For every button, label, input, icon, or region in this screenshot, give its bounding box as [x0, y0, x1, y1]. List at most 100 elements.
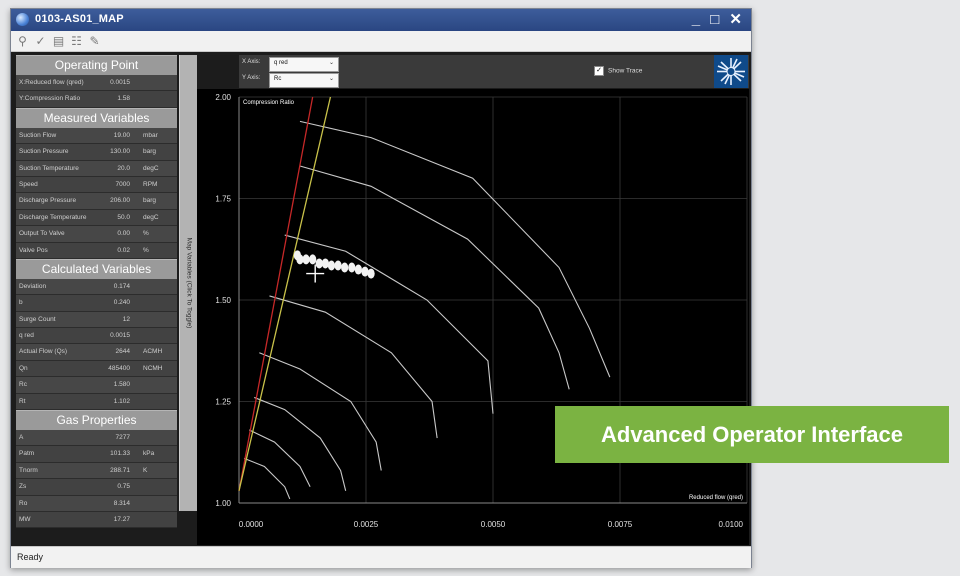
trace-point [309, 254, 317, 265]
x-axis-select[interactable]: q red ⌄ [269, 57, 339, 72]
variable-label: A [19, 434, 24, 442]
variable-label: X:Reduced flow (qred) [19, 79, 84, 86]
variable-value: 485400 [108, 364, 130, 372]
variable-unit: % [143, 230, 149, 238]
x-tick-label: 0.0025 [354, 520, 379, 529]
variable-value: 20.0 [117, 164, 130, 172]
variable-unit: mbar [143, 131, 158, 139]
x-tick-label: 0.0000 [239, 520, 264, 529]
variable-row: Discharge Pressure 206.00 barg [16, 193, 177, 210]
variable-unit: barg [143, 148, 157, 156]
x-tick-label: 0.0050 [481, 520, 506, 529]
variable-value: 2644 [115, 348, 130, 356]
variable-label: Discharge Temperature [19, 213, 87, 221]
status-bar: Ready [11, 546, 751, 568]
y-tick-label: 1.50 [215, 296, 231, 305]
variable-label: Qn [19, 364, 28, 372]
checkbox-icon: ✓ [594, 66, 604, 76]
section-rows: Deviation 0.174 b 0.240 Surge Count 12 q red 0.… [16, 278, 177, 411]
variable-row: Rc 1.580 [16, 377, 177, 394]
variable-unit: degC [143, 164, 159, 172]
variable-row: Patm 101.33 kPa [16, 446, 177, 463]
print-icon[interactable]: ▤ [51, 34, 66, 48]
variable-value: 0.0015 [110, 79, 130, 86]
variable-row: Ro 8.314 [16, 495, 177, 512]
check-icon[interactable]: ✓ [33, 34, 48, 48]
trace-point [341, 262, 349, 273]
map-window: 0103-AS01_MAP _ □ ✕ ⚲ ✓ ▤ ☷ ✎ Operating … [10, 8, 752, 568]
compressor-map-chart: 1.00 1.25 1.50 1.75 2.00 0.0000 0.0025 0.0050 0.… [197, 89, 749, 545]
toolbar: ⚲ ✓ ▤ ☷ ✎ [11, 31, 751, 52]
axis-controls: X Axis: q red ⌄ Y Axis: Rc ⌄ ✓ Show Trace [239, 55, 749, 88]
variable-value: 8.314 [113, 499, 130, 507]
variable-row: MW 17.27 [16, 511, 177, 529]
y-tick-label: 1.75 [215, 195, 231, 204]
chevron-down-icon: ⌄ [328, 60, 334, 66]
app-icon [16, 13, 29, 26]
variable-value: 288.71 [110, 466, 130, 474]
title-bar: 0103-AS01_MAP _ □ ✕ [11, 9, 751, 31]
y-tick-label: 1.25 [215, 398, 231, 407]
map-variables-label: Map Variables (Click To Toggle) [185, 237, 192, 329]
variable-label: b [19, 299, 23, 307]
variable-value: 1.58 [117, 95, 130, 103]
variables-panel: Operating Point X:Reduced flow (qred) 0.00… [16, 55, 177, 529]
variable-label: Y:Compression Ratio [19, 95, 81, 103]
variable-value: 7277 [115, 434, 130, 442]
variable-row: Qn 485400 NCMH [16, 360, 177, 378]
y-axis-select[interactable]: Rc ⌄ [269, 73, 339, 88]
variable-row: b 0.240 [16, 295, 177, 312]
y-tick-label: 1.00 [215, 499, 231, 508]
variable-value: 50.0 [117, 213, 130, 221]
status-text: Ready [17, 552, 44, 562]
variable-value: 0.75 [117, 483, 130, 491]
variable-value: 0.02 [117, 246, 130, 254]
variable-row: Zs 0.75 [16, 479, 177, 496]
y-tick-label: 2.00 [215, 93, 231, 102]
section-header: Gas Properties [16, 410, 177, 431]
variable-value: 0.174 [113, 282, 130, 290]
variable-label: Rc [19, 381, 27, 389]
variable-unit: kPa [143, 450, 155, 458]
variable-row: Y:Compression Ratio 1.58 [16, 91, 177, 108]
variable-row: Rt 1.102 [16, 393, 177, 411]
tree-icon[interactable]: ☷ [69, 34, 84, 48]
variable-row: Discharge Temperature 50.0 degC [16, 209, 177, 227]
variable-value: 101.33 [110, 450, 130, 458]
show-trace-checkbox[interactable]: ✓ Show Trace [594, 66, 642, 76]
variable-row: Suction Flow 19.00 mbar [16, 127, 177, 145]
variable-label: MW [19, 515, 31, 523]
variable-unit: degC [143, 213, 159, 221]
variable-label: Speed [19, 180, 38, 188]
variable-row: Valve Pos 0.02% [16, 242, 177, 259]
section-header: Calculated Variables [16, 258, 177, 279]
edit-icon[interactable]: ✎ [87, 34, 102, 48]
variable-unit: NCMH [143, 364, 163, 372]
window-controls[interactable]: _ □ ✕ [692, 10, 745, 28]
variable-unit: K [143, 466, 148, 474]
variable-label: q red [19, 332, 34, 340]
window-title: 0103-AS01_MAP [35, 13, 124, 25]
map-variables-toggle[interactable]: Map Variables (Click To Toggle) [179, 55, 197, 511]
section-rows: A 7277 Patm 101.33 kPa Tnorm 288.71 K Zs 0.75 Ro 8.… [16, 430, 177, 529]
section-header: Measured Variables [16, 107, 177, 128]
variable-label: Ro [19, 499, 28, 507]
variable-label: Suction Flow [19, 131, 57, 139]
variable-value: 0.240 [113, 299, 130, 307]
variable-value: 1.102 [113, 397, 130, 405]
company-logo [714, 55, 748, 88]
trace-point [302, 254, 310, 265]
variable-row: X:Reduced flow (qred) 0.0015 [16, 75, 177, 92]
feature-banner: Advanced Operator Interface [555, 406, 949, 463]
section-rows: X:Reduced flow (qred) 0.0015 Y:Compression… [16, 75, 177, 108]
search-icon[interactable]: ⚲ [15, 34, 30, 48]
trace-point [321, 258, 329, 269]
chevron-down-icon: ⌄ [328, 76, 334, 82]
section-rows: Suction Flow 19.00 mbar Suction Pressure 130… [16, 127, 177, 259]
x-tick-label: 0.0100 [719, 520, 744, 529]
variable-row: Surge Count 12 [16, 311, 177, 329]
variable-unit: RPM [143, 180, 158, 188]
y-axis-value: Rc [274, 76, 282, 82]
variable-row: Suction Pressure 130.00 barg [16, 144, 177, 161]
x-axis-title: Reduced flow (qred) [689, 495, 743, 501]
